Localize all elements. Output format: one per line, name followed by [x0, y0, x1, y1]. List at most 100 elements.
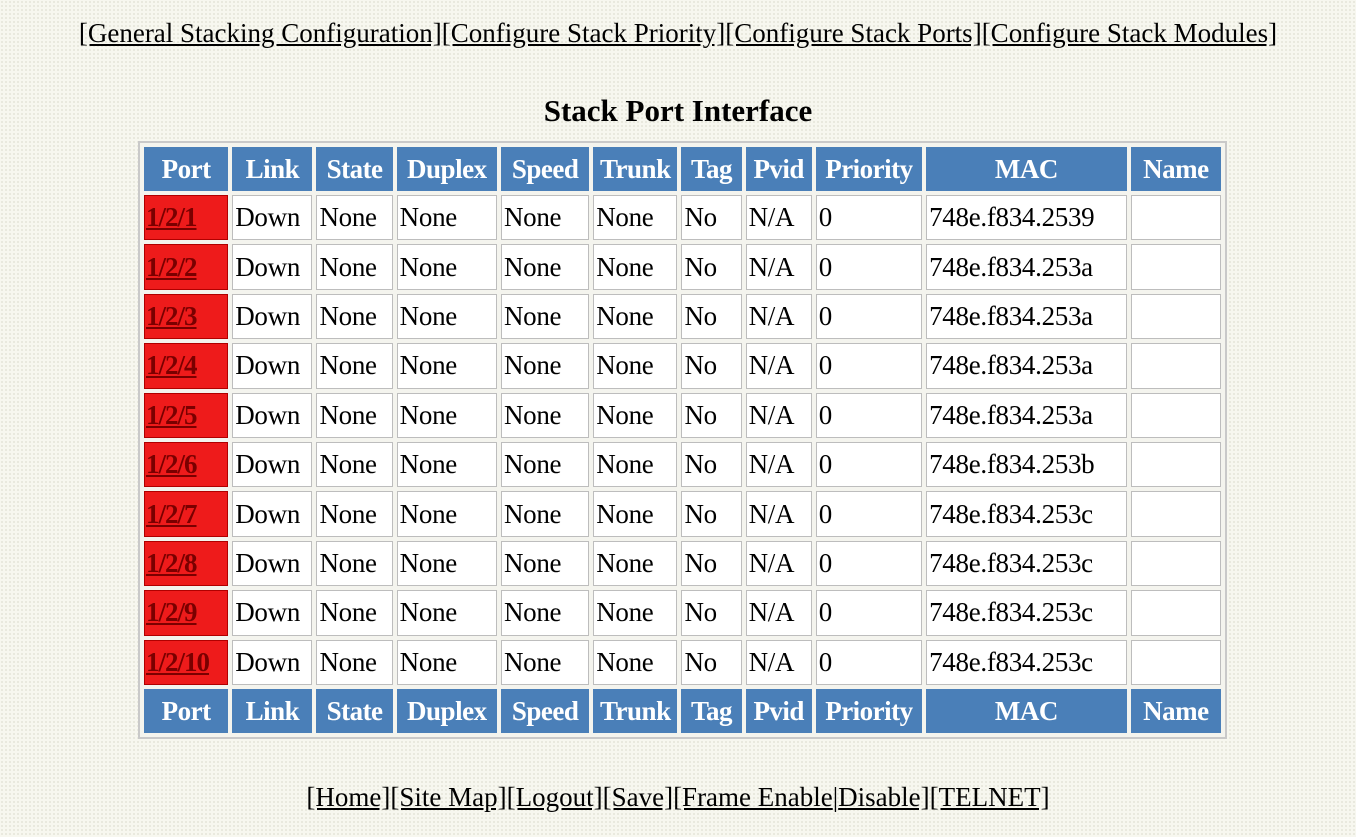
column-footer-state: State	[316, 689, 393, 733]
port-link[interactable]: 1/2/2	[146, 252, 198, 282]
table-row: 1/2/2 Down None None None None No N/A 0 748e.f834…	[144, 244, 1221, 290]
cell-priority: 0	[815, 244, 923, 290]
cell-duplex: None	[396, 195, 497, 241]
cell-trunk: None	[593, 441, 678, 488]
cell-priority: 0	[815, 195, 923, 241]
column-header-pvid: Pvid	[745, 147, 812, 191]
cell-name	[1130, 244, 1221, 290]
cell-speed: None	[500, 590, 590, 636]
cell-duplex: None	[396, 244, 497, 290]
cell-state: None	[316, 244, 393, 290]
frame-disable-link[interactable]: Disable]	[838, 782, 929, 812]
stack-port-table-container: Port Link State Duplex Speed Trunk Tag P…	[138, 141, 1227, 739]
cell-pvid: N/A	[745, 293, 812, 340]
column-header-speed: Speed	[500, 147, 590, 191]
port-link[interactable]: 1/2/9	[146, 597, 198, 627]
port-link[interactable]: 1/2/1	[146, 202, 198, 232]
cell-tag: No	[681, 491, 742, 537]
column-header-priority: Priority	[815, 147, 923, 191]
cell-mac: 748e.f834.253c	[926, 540, 1127, 587]
cell-state: None	[316, 590, 393, 636]
cell-speed: None	[500, 195, 590, 241]
table-row: 1/2/7 Down None None None None No N/A 0 748e.f834…	[144, 491, 1221, 537]
cell-tag: No	[681, 639, 742, 685]
column-footer-duplex: Duplex	[396, 689, 497, 733]
cell-priority: 0	[815, 540, 923, 587]
cell-mac: 748e.f834.253c	[926, 491, 1127, 537]
port-link[interactable]: 1/2/6	[146, 449, 198, 479]
cell-port[interactable]: 1/2/10	[144, 639, 229, 685]
cell-state: None	[316, 392, 393, 438]
cell-link: Down	[232, 590, 313, 636]
cell-speed: None	[500, 540, 590, 587]
cell-port[interactable]: 1/2/7	[144, 491, 229, 537]
telnet-link[interactable]: [TELNET]	[930, 782, 1050, 812]
table-row: 1/2/9 Down None None None None No N/A 0 748e.f834…	[144, 590, 1221, 636]
cell-speed: None	[500, 244, 590, 290]
column-header-port: Port	[144, 147, 229, 191]
configure-stack-modules-link[interactable]: [Configure Stack Modules]	[982, 18, 1277, 48]
stack-port-table: Port Link State Duplex Speed Trunk Tag P…	[140, 143, 1225, 737]
table-row: 1/2/6 Down None None None None No N/A 0 748e.f834…	[144, 441, 1221, 488]
cell-mac: 748e.f834.2539	[926, 195, 1127, 241]
cell-mac: 748e.f834.253a	[926, 244, 1127, 290]
cell-priority: 0	[815, 639, 923, 685]
cell-trunk: None	[593, 540, 678, 587]
column-footer-pvid: Pvid	[745, 689, 812, 733]
port-link[interactable]: 1/2/8	[146, 548, 198, 578]
cell-trunk: None	[593, 590, 678, 636]
general-stacking-configuration-link[interactable]: [General Stacking Configuration]	[79, 18, 442, 48]
site-map-link[interactable]: [Site Map]	[390, 782, 506, 812]
cell-mac: 748e.f834.253a	[926, 343, 1127, 389]
column-header-mac: MAC	[926, 147, 1127, 191]
cell-port[interactable]: 1/2/4	[144, 343, 229, 389]
cell-pvid: N/A	[745, 540, 812, 587]
cell-tag: No	[681, 590, 742, 636]
configure-stack-priority-link[interactable]: [Configure Stack Priority]	[442, 18, 725, 48]
column-footer-speed: Speed	[500, 689, 590, 733]
cell-port[interactable]: 1/2/3	[144, 293, 229, 340]
table-row: 1/2/3 Down None None None None No N/A 0 748e.f834…	[144, 293, 1221, 340]
column-header-tag: Tag	[681, 147, 742, 191]
cell-port[interactable]: 1/2/5	[144, 392, 229, 438]
cell-state: None	[316, 639, 393, 685]
cell-port[interactable]: 1/2/8	[144, 540, 229, 587]
cell-mac: 748e.f834.253a	[926, 392, 1127, 438]
table-header-row: Port Link State Duplex Speed Trunk Tag P…	[144, 147, 1221, 191]
cell-trunk: None	[593, 343, 678, 389]
cell-tag: No	[681, 540, 742, 587]
cell-pvid: N/A	[745, 392, 812, 438]
cell-state: None	[316, 540, 393, 587]
top-navigation: [General Stacking Configuration][Configu…	[0, 16, 1356, 50]
port-link[interactable]: 1/2/10	[146, 647, 210, 677]
port-link[interactable]: 1/2/3	[146, 301, 198, 331]
cell-link: Down	[232, 639, 313, 685]
cell-trunk: None	[593, 639, 678, 685]
port-link[interactable]: 1/2/5	[146, 400, 198, 430]
home-link[interactable]: [Home]	[306, 782, 390, 812]
cell-name	[1130, 293, 1221, 340]
cell-duplex: None	[396, 343, 497, 389]
cell-tag: No	[681, 293, 742, 340]
cell-trunk: None	[593, 392, 678, 438]
cell-port[interactable]: 1/2/6	[144, 441, 229, 488]
cell-tag: No	[681, 244, 742, 290]
configure-stack-ports-link[interactable]: [Configure Stack Ports]	[725, 18, 981, 48]
frame-enable-link[interactable]: [Frame Enable	[673, 782, 833, 812]
port-link[interactable]: 1/2/7	[146, 499, 198, 529]
cell-pvid: N/A	[745, 244, 812, 290]
save-link[interactable]: [Save]	[603, 782, 673, 812]
logout-link[interactable]: [Logout]	[507, 782, 603, 812]
cell-link: Down	[232, 293, 313, 340]
cell-state: None	[316, 343, 393, 389]
page-title: Stack Port Interface	[543, 93, 813, 128]
port-link[interactable]: 1/2/4	[146, 350, 198, 380]
cell-speed: None	[500, 441, 590, 488]
cell-port[interactable]: 1/2/9	[144, 590, 229, 636]
cell-name	[1130, 392, 1221, 438]
cell-port[interactable]: 1/2/1	[144, 195, 229, 241]
cell-link: Down	[232, 244, 313, 290]
cell-name	[1130, 491, 1221, 537]
cell-port[interactable]: 1/2/2	[144, 244, 229, 290]
column-footer-trunk: Trunk	[593, 689, 678, 733]
